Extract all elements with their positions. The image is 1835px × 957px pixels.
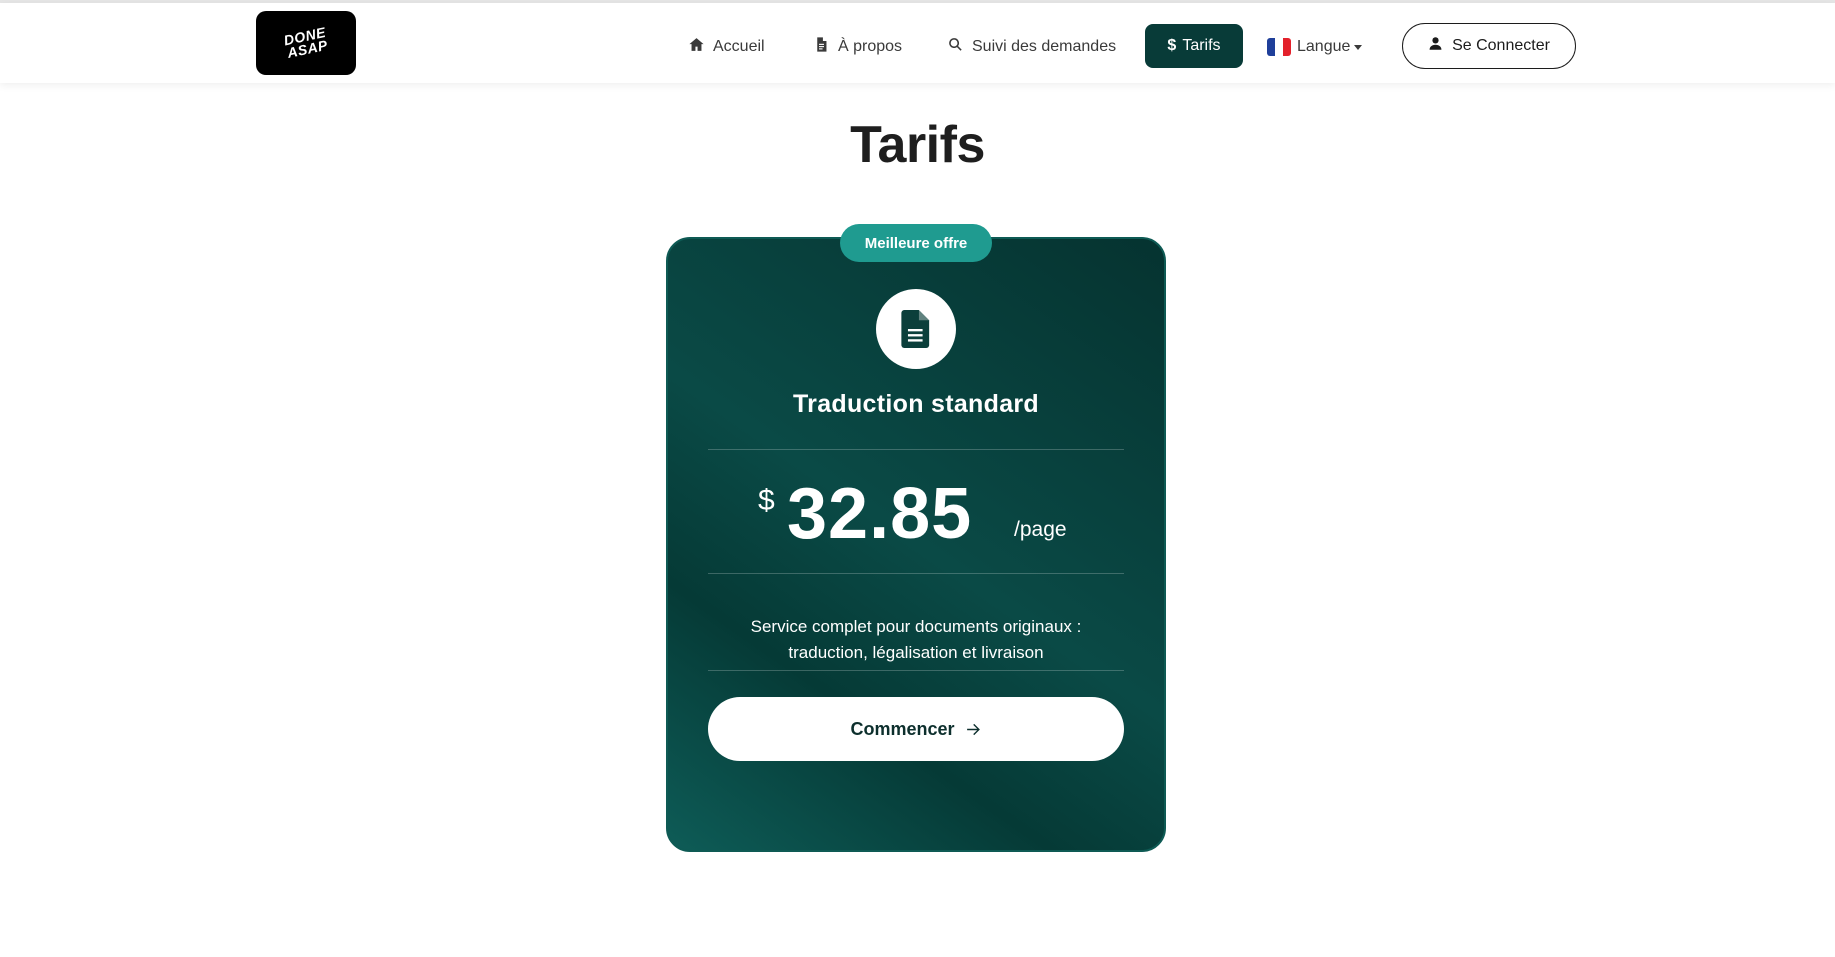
start-button-label: Commencer (850, 718, 955, 739)
price-currency: $ (758, 484, 775, 517)
nav-item-about[interactable]: À propos (813, 25, 902, 69)
logo-text: DONE ASAP (282, 24, 330, 61)
dollar-icon: $ (1167, 37, 1177, 54)
plan-description-line-1: Service complet pour documents originaux… (750, 617, 1082, 636)
plan-description-line-2: traduction, légalisation et livraison (788, 643, 1044, 662)
nav-item-pricing-active[interactable]: $ Tarifs (1145, 24, 1243, 68)
login-label: Se Connecter (1452, 37, 1550, 54)
france-flag-icon (1267, 38, 1291, 56)
plan-description: Service complet pour documents originaux… (708, 614, 1124, 666)
divider (708, 449, 1124, 450)
divider (708, 573, 1124, 574)
start-button[interactable]: Commencer (708, 697, 1124, 761)
nav-home-label: Accueil (713, 38, 765, 55)
login-button[interactable]: Se Connecter (1402, 23, 1576, 69)
plan-name: Traduction standard (792, 390, 1039, 418)
user-icon (1428, 36, 1443, 56)
plan-icon-circle (876, 289, 956, 369)
best-offer-badge: Meilleure offre (840, 224, 992, 262)
nav-item-home[interactable]: Accueil (688, 25, 765, 69)
caret-down-icon (1354, 44, 1363, 50)
divider (708, 670, 1124, 671)
nav-pricing-label: Tarifs (1182, 37, 1221, 54)
language-dropdown[interactable]: Langue (1267, 25, 1363, 69)
navbar: DONE ASAP Accueil À propos Suivi des dem… (0, 3, 1835, 83)
nav-item-tracking[interactable]: Suivi des demandes (947, 25, 1116, 69)
price-unit: /page (1014, 518, 1067, 541)
language-label: Langue (1297, 38, 1351, 55)
arrow-right-icon (966, 723, 980, 735)
search-icon (947, 36, 964, 58)
home-icon (688, 36, 705, 58)
nav-about-label: À propos (838, 38, 903, 55)
logo[interactable]: DONE ASAP (256, 11, 356, 75)
page-title: Tarifs (850, 116, 985, 174)
document-icon (901, 310, 930, 348)
nav-tracking-label: Suivi des demandes (972, 38, 1117, 55)
document-icon (813, 36, 830, 58)
price-amount: 32.85 (787, 474, 973, 554)
